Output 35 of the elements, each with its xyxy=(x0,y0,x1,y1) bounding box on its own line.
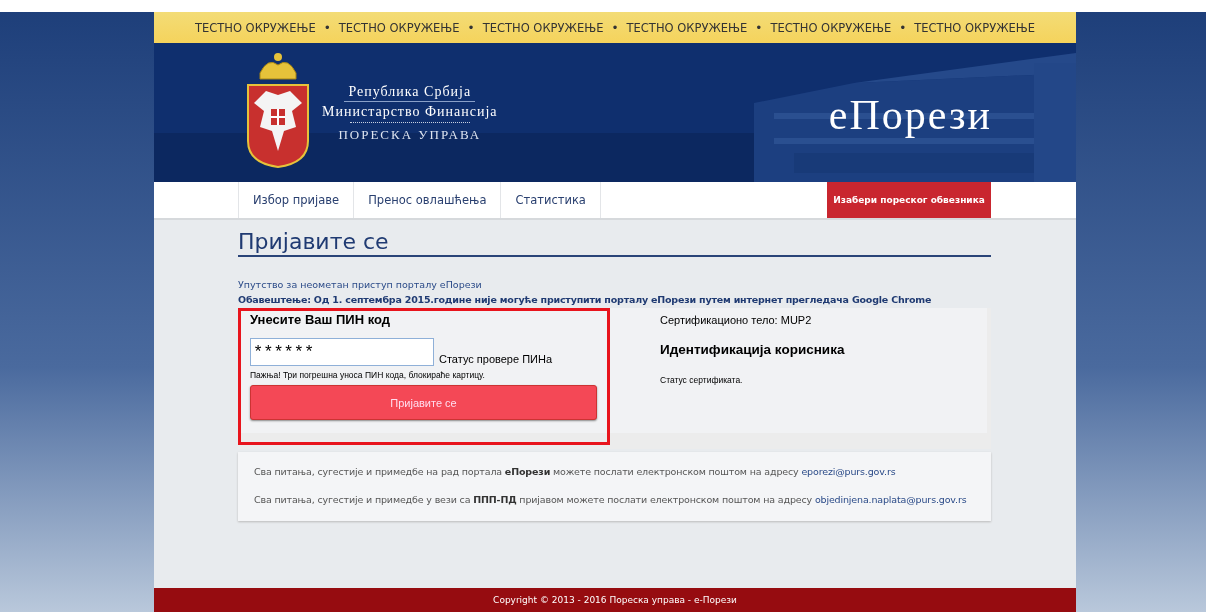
pin-field[interactable]: ****** xyxy=(250,338,434,366)
page-title: Пријавите се xyxy=(238,228,991,257)
banner-text: ТЕСТНО ОКРУЖЕЊЕ xyxy=(338,20,460,35)
separator-dot: • xyxy=(611,20,619,35)
separator-dot: • xyxy=(755,20,763,35)
email-link[interactable]: objedinjena.naplata@purs.gov.rs xyxy=(814,494,967,505)
site-title: еПорези xyxy=(828,90,992,139)
nav-tab[interactable]: Пренос овлашћења xyxy=(354,182,502,218)
guide-link[interactable]: Упутство за неометан приступ порталу еПорези xyxy=(238,279,991,290)
contact-note: Сва питања, сугестије и примедбе у вези са ППП-ПД пријавом можете послати електронском поштом на адресу objedinjena.naplata@purs.gov.rs xyxy=(254,494,968,505)
identification-heading: Идентификација корисника xyxy=(660,342,845,357)
coat-of-arms-icon xyxy=(246,50,310,169)
banner-text: ТЕСТНО ОКРУЖЕЊЕ xyxy=(770,20,892,35)
copyright-text: Copyright © 2013 - 2016 Пореска управа - е-Порези xyxy=(493,595,737,605)
pin-status-text: Статус провере ПИНа xyxy=(439,353,553,365)
notice-text: Обавештење: Од 1. септембра 2015.године није могуће приступити порталу еПорези путем интернет прегледача Google Chrome xyxy=(238,294,933,305)
banner-text: ТЕСТНО ОКРУЖЕЊЕ xyxy=(914,20,1036,35)
nav-tab[interactable]: Избор пријаве xyxy=(238,182,355,218)
banner-text: ТЕСТНО ОКРУЖЕЊЕ xyxy=(194,20,316,35)
organization-name: Министарство Финансија xyxy=(322,102,498,121)
organization-name: Република Србија xyxy=(344,81,476,102)
certificate-authority-text: Сертификационо тело: MUP2 xyxy=(660,314,813,326)
warning-text: Пажња! Три погрешна уноса ПИН кода, блокираће картицу. xyxy=(250,370,486,380)
nav-tab[interactable]: Статистика xyxy=(501,182,601,218)
email-link[interactable]: eporezi@purs.gov.rs xyxy=(801,466,896,477)
select-taxpayer-button[interactable]: Изабери пореског обвезника xyxy=(827,182,991,218)
separator-dot: • xyxy=(323,20,331,35)
contact-note: Сва питања, сугестије и примедбе на рад портала еПорези можете послати електронском поштом на адресу eporezi@purs.gov.rs xyxy=(254,466,897,477)
organization-name: ПОРЕСКА УПРАВА xyxy=(338,125,482,144)
separator-dot: • xyxy=(467,20,475,35)
pin-heading: Унесите Ваш ПИН код xyxy=(250,312,392,327)
banner-text: ТЕСТНО ОКРУЖЕЊЕ xyxy=(626,20,748,35)
separator-dot: • xyxy=(899,20,907,35)
certificate-status-text: Статус сертификата. xyxy=(660,375,744,385)
banner-text: ТЕСТНО ОКРУЖЕЊЕ xyxy=(482,20,604,35)
